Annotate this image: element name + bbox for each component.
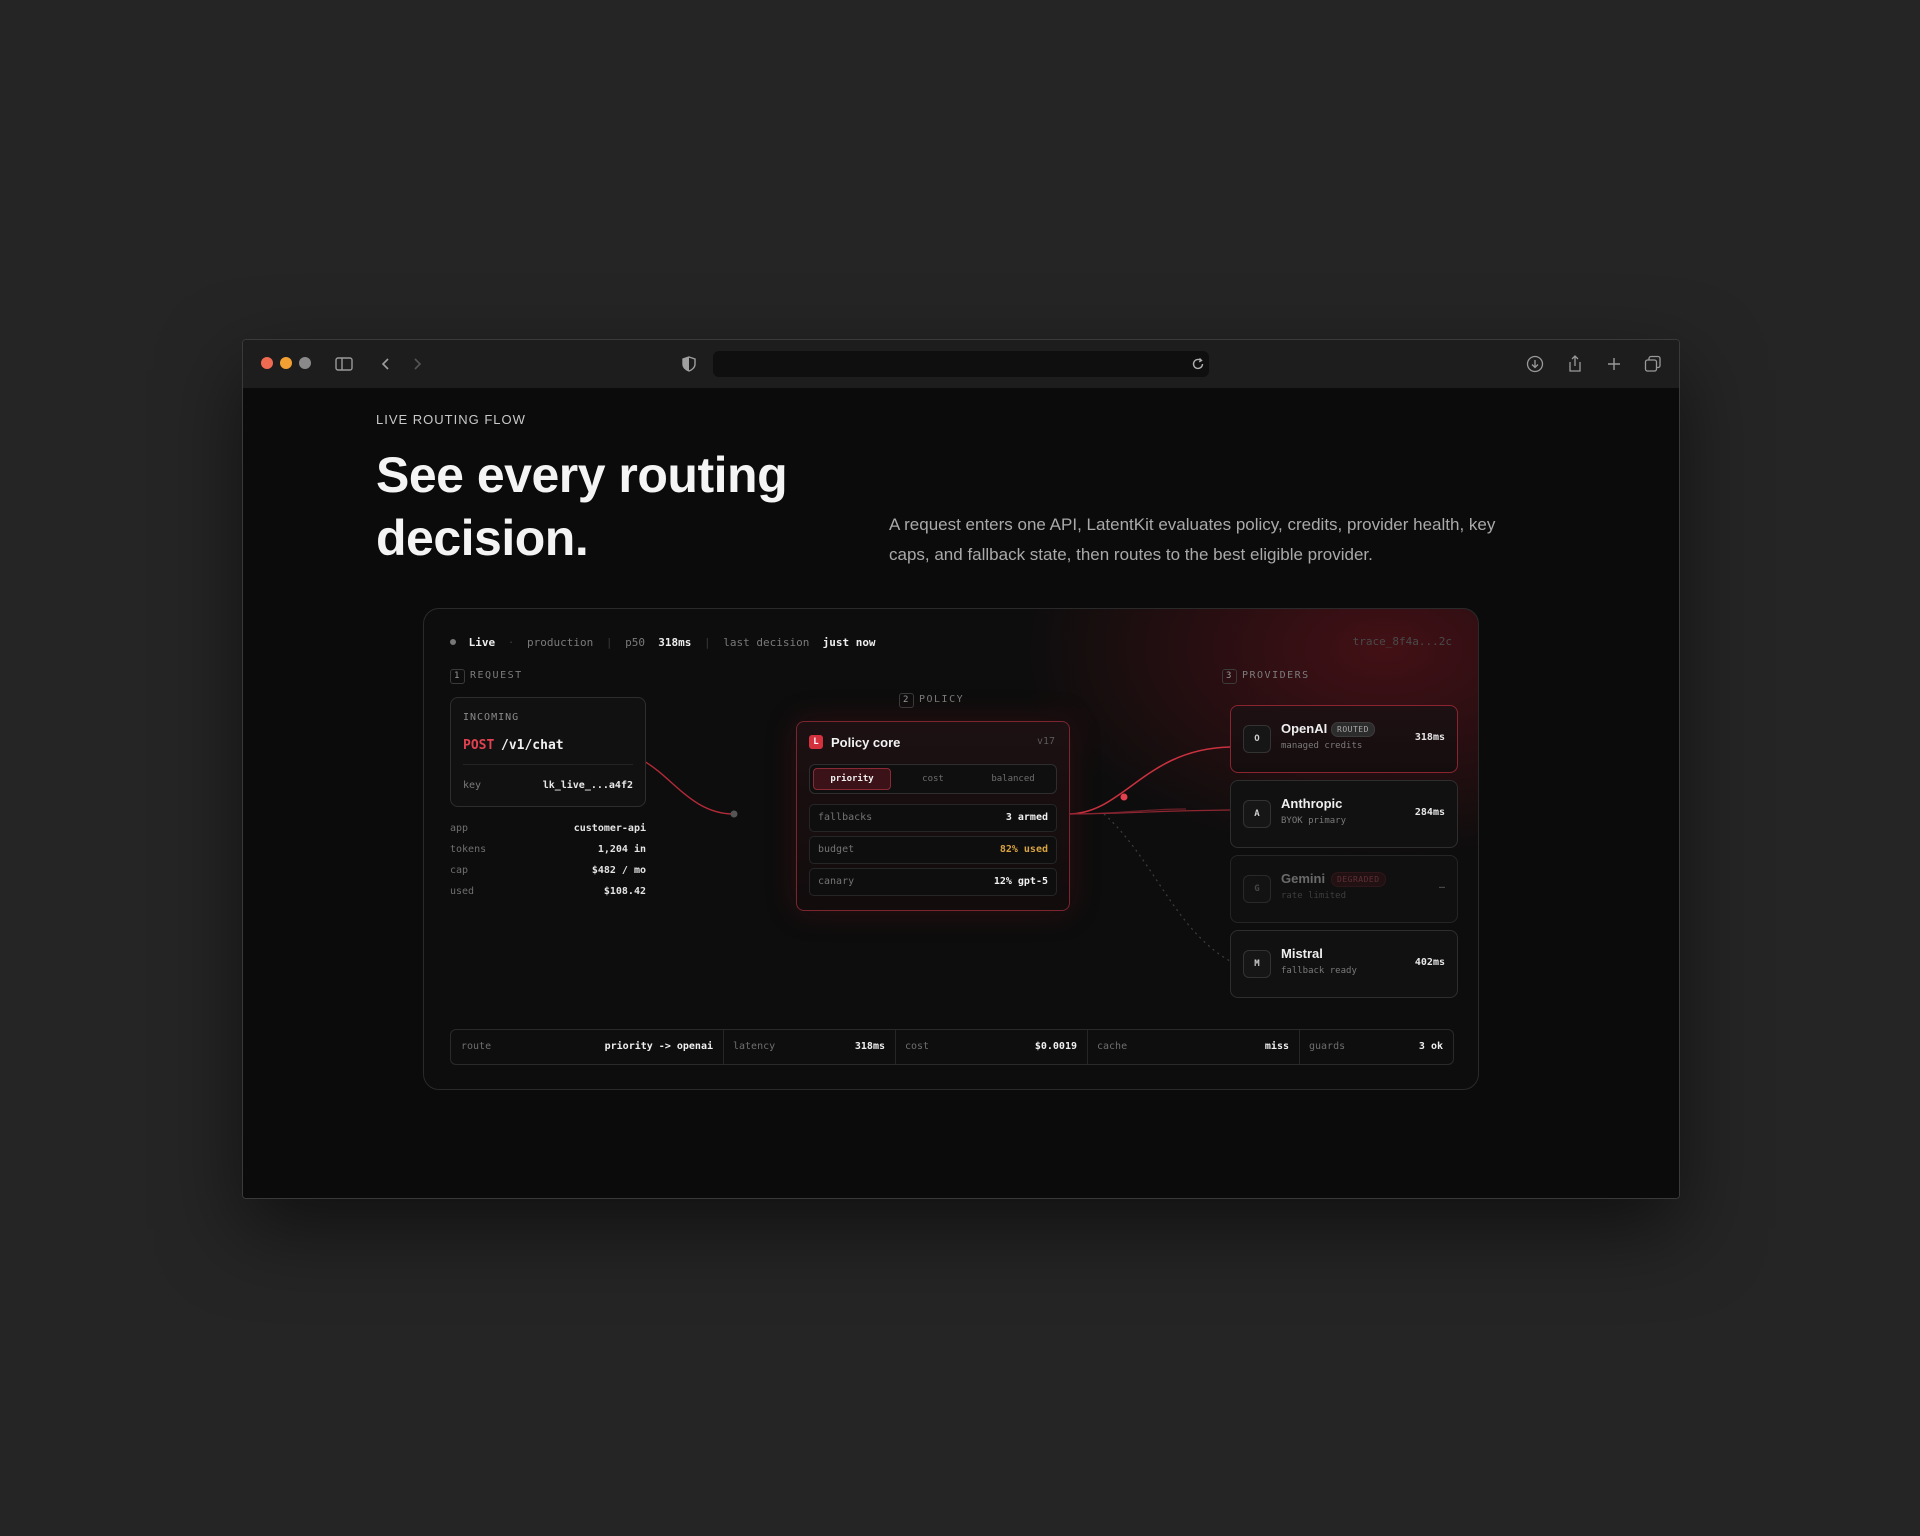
policy-input-node [730,810,738,818]
section-description: A request enters one API, LatentKit eval… [889,515,1496,564]
request-meta-used: used $108.42 [450,886,646,897]
provider-subtitle: BYOK primary [1281,816,1347,826]
p50-label: p50 [625,635,645,649]
request-meta-tokens: tokens 1,204 in [450,844,646,855]
provider-subtitle: rate limited [1281,891,1347,901]
provider-latency: 318ms [1414,732,1445,743]
key-label: key [463,780,482,791]
step-providers-label: 3 PROVIDERS [1222,669,1310,684]
sidebar-toggle-icon[interactable] [333,353,355,375]
policy-row-budget: budget 82% used [809,836,1057,864]
provider-name: Gemini [1281,871,1326,886]
request-meta-cap: cap $482 / mo [450,865,646,876]
tab-balanced[interactable]: balanced [974,768,1052,790]
trace-id[interactable]: trace_8f4a...2c [1353,635,1452,648]
summary-route: route priority -> openai [451,1030,724,1064]
policy-core-card[interactable]: L Policy core v17 priority cost balanced… [796,721,1070,911]
provider-latency: 284ms [1414,807,1445,818]
environment-label: production [527,635,594,649]
address-bar[interactable] [713,351,1209,377]
policy-row-fallbacks: fallbacks 3 armed [809,804,1057,832]
maximize-window-button[interactable] [299,357,311,369]
provider-name: OpenAI [1281,721,1328,736]
provider-gemini[interactable]: G Gemini DEGRADED rate limited – [1230,855,1458,923]
shield-icon[interactable] [678,353,700,375]
provider-mistral[interactable]: M Mistral fallback ready 402ms [1230,930,1458,998]
api-key-value: lk_live_...a4f2 [542,780,633,791]
incoming-request-card[interactable]: INCOMING POST /v1/chat key lk_live_...a4… [450,697,646,807]
route-to-openai-line [1067,746,1231,815]
page-title: See every routing decision. [376,447,788,566]
anthropic-avatar: A [1243,800,1271,828]
section-eyebrow: LIVE ROUTING FLOW [376,412,526,427]
openai-avatar: O [1243,725,1271,753]
provider-anthropic[interactable]: A Anthropic BYOK primary 284ms [1230,780,1458,848]
route-to-mistral-line [1103,813,1231,962]
tab-priority[interactable]: priority [813,768,891,790]
last-decision-label: last decision [723,635,810,649]
close-window-button[interactable] [261,357,273,369]
minimize-window-button[interactable] [280,357,292,369]
tab-overview-icon[interactable] [1642,353,1664,375]
share-icon[interactable] [1564,353,1586,375]
summary-guards: guards 3 ok [1309,1041,1443,1052]
policy-logo-icon: L [809,735,823,749]
summary-cost: cost $0.0019 [895,1030,1088,1064]
browser-toolbar [243,340,1679,389]
provider-subtitle: managed credits [1281,741,1363,751]
provider-name: Anthropic [1281,796,1343,811]
provider-subtitle: fallback ready [1281,966,1357,976]
provider-openai[interactable]: O OpenAI ROUTED managed credits 318ms [1230,705,1458,773]
live-status-bar: Live · production | p50 318ms | last dec… [450,635,1452,651]
back-icon[interactable] [375,353,397,375]
step-policy-label: 2 POLICY [899,693,964,708]
mistral-avatar: M [1243,950,1271,978]
live-label: Live [468,635,496,649]
request-meta-app: app customer-api [450,823,646,834]
policy-title: Policy core [831,735,901,750]
divider [463,764,633,765]
live-dot-icon [450,639,456,645]
gemini-avatar: G [1243,875,1271,903]
page-content: LIVE ROUTING FLOW See every routing deci… [243,388,1679,1198]
tab-cost[interactable]: cost [894,768,972,790]
provider-latency: 402ms [1414,957,1445,968]
download-icon[interactable] [1524,353,1546,375]
incoming-label: INCOMING [463,712,520,723]
new-tab-icon[interactable] [1603,353,1625,375]
routing-summary-bar: route priority -> openai latency 318ms cos… [450,1029,1454,1065]
summary-latency: latency 318ms [723,1030,896,1064]
routed-badge: ROUTED [1331,722,1375,737]
summary-cache: cache miss [1087,1030,1300,1064]
http-method: POST [463,738,495,753]
degraded-badge: DEGRADED [1331,872,1386,887]
policy-mode-tabs: priority cost balanced [809,764,1057,794]
reload-icon[interactable] [1187,353,1209,375]
request-path: /v1/chat [501,738,564,753]
routing-pulse-dot [1120,793,1128,801]
provider-latency: – [1438,882,1445,893]
policy-version: v17 [1036,736,1055,747]
provider-name: Mistral [1281,946,1323,961]
forward-icon[interactable] [406,353,428,375]
p50-value: 318ms [658,635,692,649]
step-request-label: 1 REQUEST [450,669,523,684]
browser-window: LIVE ROUTING FLOW See every routing deci… [242,339,1680,1199]
policy-row-canary: canary 12% gpt-5 [809,868,1057,896]
routing-flow-panel: Live · production | p50 318ms | last dec… [423,608,1479,1090]
last-decision-value: just now [822,635,876,649]
